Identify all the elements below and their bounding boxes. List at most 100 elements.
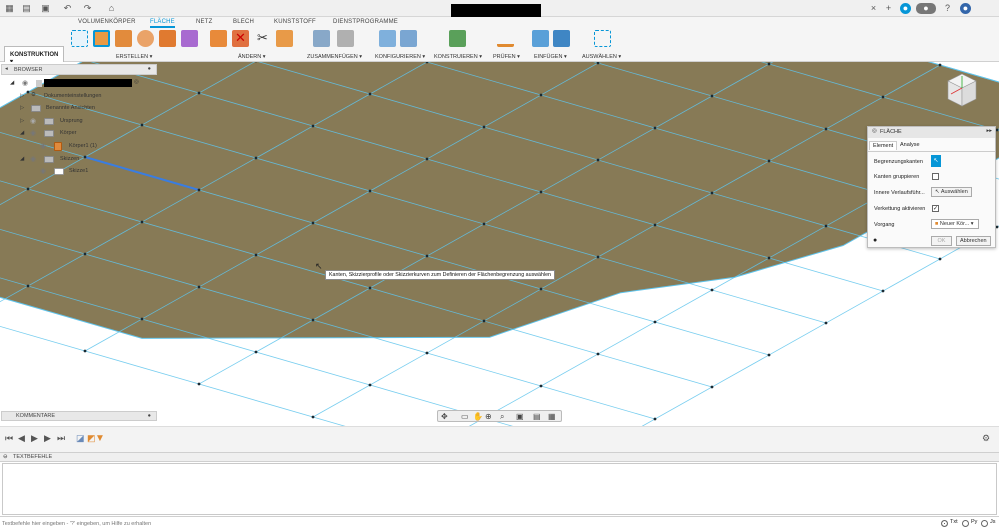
patch-icon[interactable] bbox=[93, 30, 110, 47]
tree-root[interactable]: ◢ ◉ ◎ bbox=[10, 79, 139, 90]
grid-vertex[interactable] bbox=[482, 222, 486, 226]
grid-vertex[interactable] bbox=[938, 257, 942, 261]
group-aendern[interactable]: ÄNDERN ▾ bbox=[238, 54, 266, 60]
tree-item-sketches[interactable]: ◢ ◉ Skizzen bbox=[20, 156, 79, 166]
grid-vertex[interactable] bbox=[710, 191, 714, 195]
expand-icon[interactable]: ▷ bbox=[20, 118, 24, 124]
collapse-icon[interactable]: ◢ bbox=[20, 130, 24, 136]
tab-volumenkoerper[interactable]: VOLUMENKÖRPER bbox=[78, 19, 136, 25]
joint-icon[interactable] bbox=[337, 30, 354, 47]
comments-bar[interactable]: KOMMENTARE ● bbox=[1, 411, 157, 421]
grid-vertex[interactable] bbox=[710, 385, 714, 389]
grid-vertex[interactable] bbox=[197, 91, 201, 95]
pin-icon[interactable]: ● bbox=[148, 66, 151, 72]
grid-vertex[interactable] bbox=[995, 128, 999, 132]
trim-scissors-icon[interactable]: ✂ bbox=[254, 30, 271, 47]
grid-vertex[interactable] bbox=[140, 220, 144, 224]
grid-vertex[interactable] bbox=[254, 253, 258, 257]
grid-vertex[interactable] bbox=[653, 126, 657, 130]
grid-vertex[interactable] bbox=[767, 62, 771, 66]
grid-vertex[interactable] bbox=[140, 317, 144, 321]
tab-netz[interactable]: NETZ bbox=[196, 19, 212, 25]
timeline-marker-icon[interactable]: ▼ bbox=[95, 433, 105, 444]
grid-vertex[interactable] bbox=[254, 156, 258, 160]
tab-kunststoff[interactable]: KUNSTSTOFF bbox=[274, 19, 316, 25]
grid-vertex[interactable] bbox=[311, 415, 315, 419]
insert-icon[interactable] bbox=[532, 30, 549, 47]
timeline-sketch-icon[interactable]: ◪ bbox=[76, 433, 85, 444]
grid-vertex[interactable] bbox=[26, 284, 30, 288]
grid-vertex[interactable] bbox=[539, 384, 543, 388]
grid-vertex[interactable] bbox=[197, 382, 201, 386]
grid-vertex[interactable] bbox=[83, 252, 87, 256]
tree-item-doc-settings[interactable]: ▷ ⚙ Dokumenteinstellungen bbox=[20, 92, 101, 103]
grid-vertex[interactable] bbox=[368, 92, 372, 96]
grid-vertex[interactable] bbox=[83, 349, 87, 353]
visibility-eye-icon[interactable]: ◉ bbox=[40, 142, 46, 150]
command-input[interactable] bbox=[2, 519, 922, 528]
grid-vertex[interactable] bbox=[767, 353, 771, 357]
grid-vertex[interactable] bbox=[881, 95, 885, 99]
tab-flaeche[interactable]: FLÄCHE bbox=[150, 19, 175, 28]
jobs-status-icon[interactable]: ● bbox=[916, 3, 936, 14]
grid-vertex[interactable] bbox=[767, 256, 771, 260]
tree-item-bodies[interactable]: ◢ ◉ Körper bbox=[20, 130, 77, 140]
grid-vertex[interactable] bbox=[653, 223, 657, 227]
app-grid-icon[interactable]: ▦ bbox=[4, 3, 15, 14]
grid-vertex[interactable] bbox=[197, 285, 201, 289]
grid-vertex[interactable] bbox=[767, 159, 771, 163]
chaining-checkbox[interactable]: ✓ bbox=[932, 205, 939, 212]
display-settings-icon[interactable]: ▣ bbox=[516, 412, 524, 421]
offset-face-icon[interactable] bbox=[210, 30, 227, 47]
pan-hand-icon[interactable]: ✋ bbox=[473, 412, 483, 421]
expand-dialog-icon[interactable]: ▸▸ bbox=[986, 128, 992, 134]
group-konstruieren[interactable]: KONSTRUIEREN ▾ bbox=[434, 54, 482, 60]
radio-txt[interactable] bbox=[941, 520, 948, 527]
grid-vertex[interactable] bbox=[539, 93, 543, 97]
group-pruefen[interactable]: PRÜFEN ▾ bbox=[493, 54, 520, 60]
ok-button[interactable]: OK bbox=[931, 236, 952, 246]
interior-rails-select-button[interactable]: ↖ Auswählen bbox=[931, 187, 972, 197]
pin-icon[interactable]: ● bbox=[148, 413, 151, 419]
tree-item-origin[interactable]: ▷ ◉ Ursprung bbox=[20, 118, 83, 128]
grid-vertex[interactable] bbox=[26, 187, 30, 191]
expand-icon[interactable]: ▷ bbox=[20, 93, 24, 99]
home-icon[interactable]: ⌂ bbox=[106, 3, 117, 14]
create-sketch-icon[interactable] bbox=[71, 30, 88, 47]
grid-vertex[interactable] bbox=[596, 255, 600, 259]
grid-vertex[interactable] bbox=[197, 188, 201, 192]
group-konfigurieren[interactable]: KONFIGURIEREN ▾ bbox=[375, 54, 425, 60]
revolve-icon[interactable] bbox=[137, 30, 154, 47]
grid-vertex[interactable] bbox=[824, 127, 828, 131]
grid-vertex[interactable] bbox=[368, 189, 372, 193]
extend-icon[interactable] bbox=[276, 30, 293, 47]
visibility-eye-icon[interactable]: ◉ bbox=[40, 167, 46, 175]
measure-icon[interactable] bbox=[497, 30, 514, 47]
expand-icon[interactable]: ▷ bbox=[20, 105, 24, 111]
collapse-icon[interactable]: ⊖ bbox=[3, 454, 8, 460]
tab-analyse[interactable]: Analyse bbox=[897, 141, 923, 149]
grid-vertex[interactable] bbox=[368, 286, 372, 290]
group-zusammenfuegen[interactable]: ZUSAMMENFÜGEN ▾ bbox=[307, 54, 362, 60]
grid-vertex[interactable] bbox=[368, 383, 372, 387]
grid-vertex[interactable] bbox=[596, 352, 600, 356]
grid-vertex[interactable] bbox=[425, 351, 429, 355]
extrude-icon[interactable] bbox=[115, 30, 132, 47]
sweep-icon[interactable] bbox=[159, 30, 176, 47]
visibility-eye-icon[interactable]: ◉ bbox=[30, 129, 36, 137]
collapse-icon[interactable]: ◂ bbox=[5, 66, 8, 72]
tab-blech[interactable]: BLECH bbox=[233, 19, 254, 25]
new-tab-icon[interactable]: + bbox=[883, 3, 894, 14]
group-edges-checkbox[interactable] bbox=[932, 173, 939, 180]
zoom-icon[interactable]: ⊕ bbox=[485, 412, 492, 421]
file-menu-icon[interactable]: ▤ bbox=[21, 3, 32, 14]
browser-header[interactable]: ◂ BROWSER ● bbox=[1, 64, 157, 75]
close-tab-icon[interactable]: × bbox=[868, 3, 879, 14]
grid-vertex[interactable] bbox=[653, 320, 657, 324]
grid-vertex[interactable] bbox=[311, 221, 315, 225]
text-commands-output[interactable] bbox=[2, 463, 997, 515]
go-to-start-icon[interactable]: ⏮ bbox=[5, 433, 13, 444]
grid-vertex[interactable] bbox=[425, 157, 429, 161]
visibility-eye-icon[interactable]: ◉ bbox=[22, 79, 28, 87]
construct-plane-icon[interactable] bbox=[449, 30, 466, 47]
